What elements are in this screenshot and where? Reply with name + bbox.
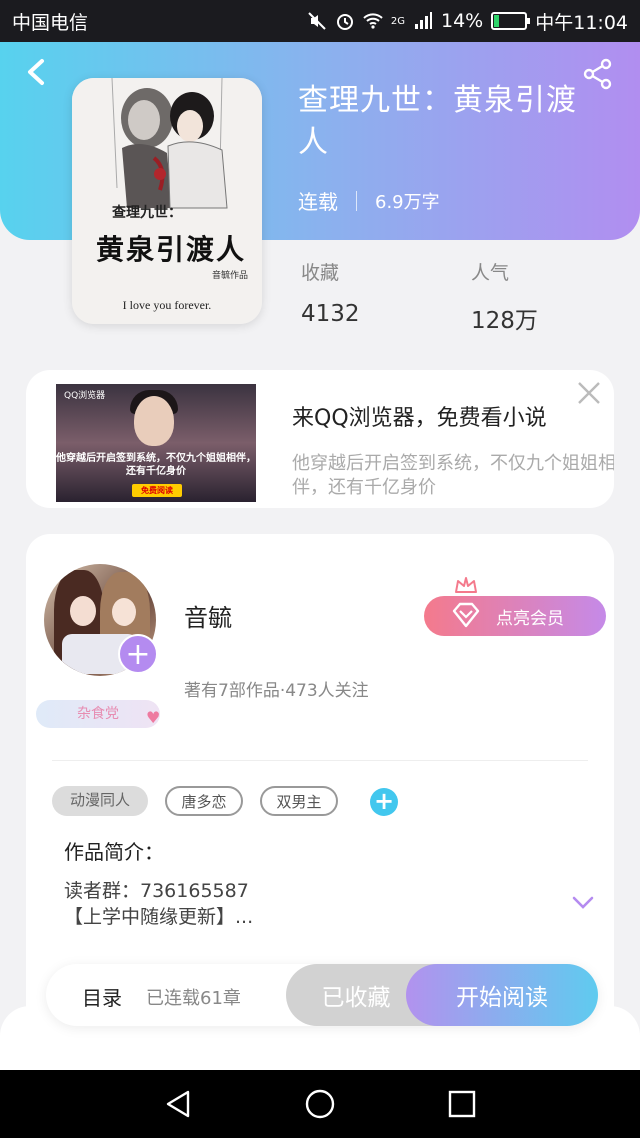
ad-thumb-face [134,396,174,446]
wifi-icon [363,13,383,29]
nav-home-icon[interactable] [304,1088,336,1120]
word-count: 6.9万字 [375,191,440,213]
nav-back-icon[interactable] [162,1088,194,1120]
cover-tagline: I love you forever. [122,298,212,312]
avatar-face-right [112,598,136,626]
ad-thumb-brand: QQ浏览器 [64,391,106,401]
navigation-bar [0,1070,640,1138]
ad-banner[interactable]: QQ浏览器 他穿越后开启签到系统，不仅九个姐姐相伴，还有千亿身价 免费阅读 来Q… [26,370,614,508]
author-badge: 杂食党 [36,700,160,728]
add-tag-button[interactable]: + [370,788,398,816]
nav-recents-icon[interactable] [446,1088,478,1120]
favorites-stat: 收藏 4132 [301,258,360,327]
intro-line-2: 【上学中随缘更新】... [64,906,254,928]
status-bar: 中国电信 2G 14% 中午11:04 [0,0,640,42]
section-divider [52,760,588,761]
battery-percent: 14% [441,10,484,32]
signal-icon [415,12,432,29]
book-meta: 连载 6.9万字 [298,186,440,215]
author-card: + 杂食党 ♥ 音毓 著有7部作品·473人关注 点亮会员 动漫同人 唐多恋 双… [26,534,614,1034]
cover-title: 黄泉引渡人 [95,233,246,266]
clock: 中午11:04 [535,11,628,34]
start-reading-button[interactable]: 开始阅读 [406,964,598,1026]
popularity-value: 128万 [471,308,538,334]
serial-status: 连载 [298,190,338,214]
heart-icon: ♥ [146,708,161,727]
avatar-face-left [70,596,96,626]
vip-button-label: 点亮会员 [496,608,564,629]
favorites-label: 收藏 [301,262,340,284]
intro-text: 读者群：736165587 【上学中随缘更新】... [64,878,253,930]
ad-thumb-button: 免费阅读 [132,484,182,497]
collected-label: 已收藏 [321,985,391,1011]
alarm-icon [336,14,353,30]
cover-illustration [72,78,262,324]
chevron-down-icon[interactable] [572,896,594,910]
meta-divider [356,190,357,211]
tag-item[interactable]: 唐多恋 [165,786,243,816]
start-reading-label: 开始阅读 [456,985,548,1011]
author-name[interactable]: 音毓 [184,598,232,633]
intro-heading: 作品简介： [64,840,164,864]
toc-label: 目录 [82,986,122,1010]
crown-icon [455,577,477,593]
popularity-stat: 人气 128万 [471,258,538,335]
ad-title: 来QQ浏览器，免费看小说 [292,406,547,431]
close-icon[interactable] [576,380,602,406]
back-arrow-icon[interactable] [24,58,48,86]
author-stats: 著有7部作品·473人关注 [184,681,369,701]
plus-icon: + [125,637,151,672]
popularity-label: 人气 [471,262,510,284]
ad-thumb-text: 他穿越后开启签到系统，不仅九个姐姐相伴，还有千亿身价 [56,453,256,477]
ad-thumbnail: QQ浏览器 他穿越后开启签到系统，不仅九个姐姐相伴，还有千亿身价 免费阅读 [56,384,256,502]
tag-item[interactable]: 双男主 [260,786,338,816]
follow-button[interactable]: + [118,634,158,674]
book-cover[interactable]: 查理九世： 黄泉引渡人 音毓作品 I love you forever. [72,78,262,324]
diamond-icon [452,602,480,628]
status-icons: 2G 14% 中午11:04 [307,8,628,35]
mute-icon [308,12,326,30]
favorites-value: 4132 [301,301,360,327]
carrier-label: 中国电信 [12,11,89,34]
battery-icon [491,12,531,30]
cover-subtitle: 查理九世： [112,205,182,221]
chapter-count: 已连载61章 [146,988,241,1009]
network-type: 2G [390,15,405,27]
book-title: 查理九世：黄泉引渡人 [298,83,577,160]
ad-description: 他穿越后开启签到系统，不仅九个姐姐相伴，还有千亿身价 [292,453,614,498]
cover-author: 音毓作品 [212,271,249,281]
tag-item[interactable]: 动漫同人 [52,786,148,816]
plus-icon: + [373,787,395,815]
battery-fill [494,15,499,27]
bottom-action-bar: 目录 已连载61章 已收藏 开始阅读 [46,964,598,1026]
intro-line-1: 读者群：736165587 [64,880,249,902]
